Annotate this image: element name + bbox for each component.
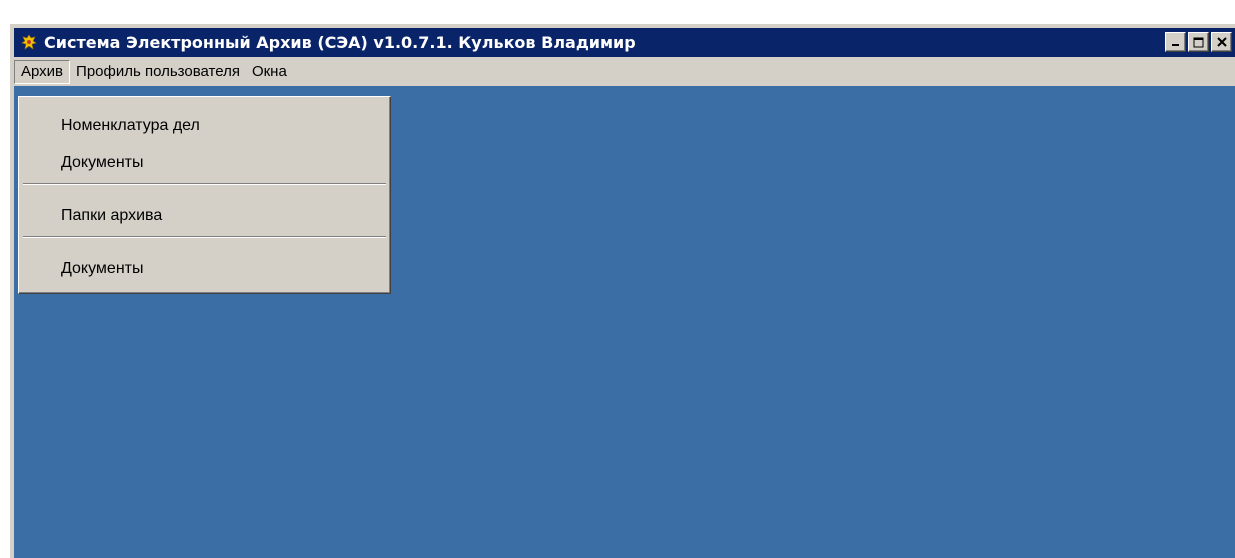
title-bar[interactable]: Система Электронный Архив (СЭА) v1.0.7.1… [14, 28, 1235, 57]
close-button[interactable] [1211, 32, 1232, 52]
maximize-button[interactable] [1188, 32, 1209, 52]
minimize-icon [1171, 44, 1179, 46]
menu-item-documents-2[interactable]: Документы [19, 250, 390, 287]
menu-item-archive-folders[interactable]: Папки архива [19, 197, 390, 234]
menu-separator [23, 236, 386, 238]
archive-dropdown-menu: Номенклатура дел Документы Папки архива … [18, 96, 391, 294]
close-icon [1216, 37, 1227, 47]
window-title: Система Электронный Архив (СЭА) v1.0.7.1… [44, 33, 636, 52]
menu-archive[interactable]: Архив [14, 60, 71, 84]
menu-bar: Архив Профиль пользователя Окна [14, 59, 1235, 85]
minimize-button[interactable] [1165, 32, 1186, 52]
menu-windows[interactable]: Окна [246, 60, 293, 84]
caption-buttons [1165, 32, 1232, 52]
maximize-icon [1193, 37, 1204, 47]
menu-user-profile[interactable]: Профиль пользователя [70, 60, 246, 84]
menu-item-nomenclature[interactable]: Номенклатура дел [19, 107, 390, 144]
menu-item-documents[interactable]: Документы [19, 144, 390, 181]
coat-of-arms-icon [20, 33, 38, 52]
menu-separator [23, 183, 386, 185]
